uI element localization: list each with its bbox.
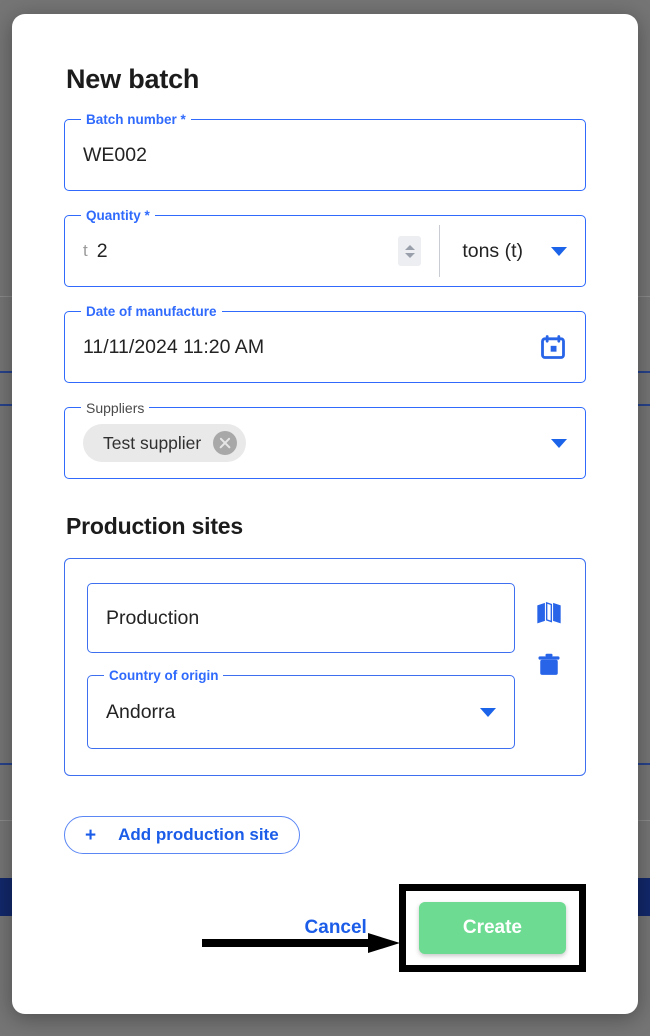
quantity-input[interactable]: 2 (97, 240, 108, 263)
date-of-manufacture-input[interactable]: 11/11/2024 11:20 AM (83, 336, 264, 359)
date-of-manufacture-field[interactable]: Date of manufacture 11/11/2024 11:20 AM (64, 303, 586, 383)
chevron-down-icon[interactable] (551, 438, 567, 448)
quantity-unit-prefix: t (83, 241, 88, 260)
chevron-down-icon (551, 246, 567, 256)
quantity-unit-select[interactable]: tons (t) (462, 240, 567, 263)
production-site-name-input[interactable]: Production (87, 583, 515, 653)
country-of-origin-value: Andorra (106, 700, 176, 723)
production-site-card: Production Country of origin Andorra (64, 558, 586, 776)
number-spinner-icon[interactable] (398, 236, 422, 266)
supplier-chip-label: Test supplier (103, 432, 202, 453)
chevron-down-icon (480, 707, 496, 717)
date-of-manufacture-label: Date of manufacture (81, 303, 222, 321)
country-of-origin-label: Country of origin (104, 667, 224, 685)
production-sites-heading: Production sites (66, 513, 243, 539)
create-button[interactable]: Create (418, 902, 566, 954)
dialog-footer: Cancel Create (64, 884, 586, 972)
batch-number-label: Batch number * (81, 111, 191, 129)
production-site-actions (535, 583, 563, 679)
new-batch-dialog: New batch Batch number * WE002 Quantity … (12, 14, 638, 1014)
cancel-button[interactable]: Cancel (291, 907, 381, 949)
suppliers-label: Suppliers (81, 399, 150, 417)
field-divider (439, 225, 441, 277)
add-production-site-button[interactable]: + Add production site (64, 816, 300, 854)
map-icon[interactable] (535, 599, 563, 627)
batch-number-input[interactable]: WE002 (83, 144, 147, 167)
close-circle-icon[interactable] (213, 431, 238, 455)
calendar-icon[interactable] (539, 333, 567, 361)
country-of-origin-field[interactable]: Country of origin Andorra (87, 667, 515, 749)
quantity-field[interactable]: Quantity * t 2 tons (t) (64, 207, 586, 287)
supplier-chip[interactable]: Test supplier (83, 424, 247, 462)
production-site-fields: Production Country of origin Andorra (87, 583, 515, 749)
create-button-highlight: Create (398, 884, 586, 972)
plus-icon: + (85, 824, 97, 846)
batch-number-field[interactable]: Batch number * WE002 (64, 111, 586, 191)
dialog-title: New batch (66, 64, 200, 94)
quantity-unit-value: tons (t) (462, 239, 523, 262)
suppliers-field[interactable]: Suppliers Test supplier (64, 399, 586, 479)
quantity-label: Quantity * (81, 207, 155, 225)
trash-icon[interactable] (535, 651, 563, 679)
add-production-site-label: Add production site (118, 825, 279, 844)
